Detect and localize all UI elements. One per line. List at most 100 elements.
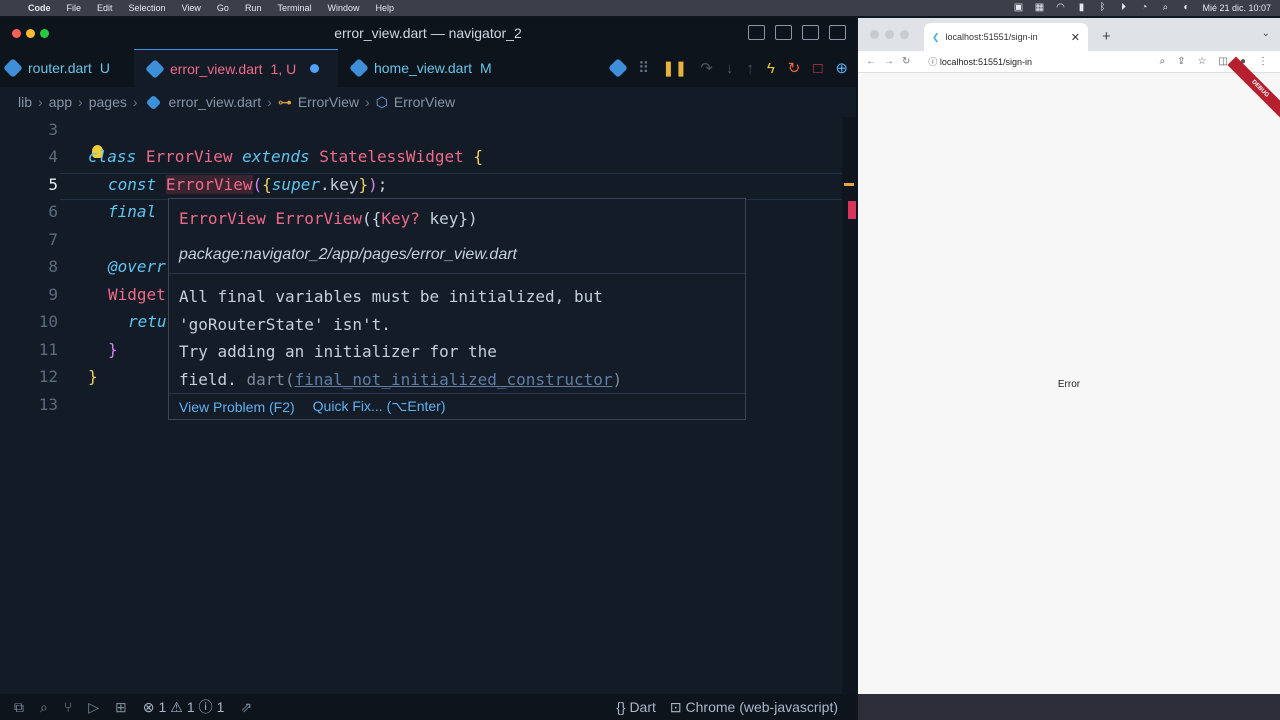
error-code-link[interactable]: final_not_initialized_constructor bbox=[295, 370, 613, 389]
battery-icon[interactable]: ▮ bbox=[1076, 3, 1086, 13]
new-tab-button[interactable]: + bbox=[1102, 28, 1111, 45]
headphones-icon[interactable]: ◠ bbox=[1055, 3, 1065, 13]
toggle-secondary-sidebar-icon[interactable] bbox=[802, 25, 819, 40]
side-panel-icon[interactable]: ◫ bbox=[1219, 56, 1228, 67]
tab-home-view[interactable]: home_view.dart M bbox=[338, 49, 506, 87]
menu-go[interactable]: Go bbox=[217, 3, 229, 13]
wifi-icon[interactable]: ◔ bbox=[1139, 3, 1149, 13]
source-control-icon[interactable]: ⑂ bbox=[64, 699, 72, 715]
copy-icon[interactable]: ⧉ bbox=[14, 699, 24, 716]
info-icon: ⓘ bbox=[928, 57, 938, 67]
drag-handle-icon[interactable]: ⠿ bbox=[638, 59, 649, 77]
line-number: 4 bbox=[48, 147, 58, 166]
back-icon[interactable]: ← bbox=[866, 56, 876, 67]
device-selector[interactable]: ⊡ Chrome (web-javascript) bbox=[670, 699, 838, 716]
code-line-4: class ErrorView extends StatelessWidget … bbox=[88, 147, 484, 166]
menu-window[interactable]: Window bbox=[327, 3, 359, 13]
code-line-5: const ErrorView({super.key}); bbox=[108, 175, 388, 194]
language-label: Dart bbox=[629, 699, 656, 715]
restart-icon[interactable]: ↻ bbox=[788, 59, 801, 77]
minimize-window-button[interactable] bbox=[885, 30, 894, 39]
unsaved-dot-icon[interactable] bbox=[310, 64, 320, 73]
step-over-icon[interactable]: ↷ bbox=[700, 59, 713, 77]
tab-label: home_view.dart bbox=[373, 60, 473, 76]
breadcrumb-pages[interactable]: pages bbox=[89, 94, 127, 110]
tab-router[interactable]: router.dart U bbox=[0, 49, 124, 87]
zoom-window-button[interactable] bbox=[900, 30, 909, 39]
grid-icon[interactable]: ▦ bbox=[1034, 3, 1044, 13]
hot-reload-icon[interactable]: ϟ bbox=[767, 60, 775, 77]
breadcrumb-constructor[interactable]: ErrorView bbox=[394, 94, 455, 110]
dart-devtools-icon[interactable] bbox=[608, 58, 629, 78]
tab-label: error_view.dart bbox=[169, 60, 263, 77]
chrome-tab[interactable]: ❮ localhost:51551/sign-in ✕ bbox=[924, 23, 1088, 51]
menu-terminal[interactable]: Terminal bbox=[277, 3, 311, 13]
code-line-6: final bbox=[108, 202, 157, 221]
run-debug-icon[interactable]: ▷ bbox=[88, 699, 99, 716]
url-field[interactable]: ⓘ localhost:51551/sign-in bbox=[928, 55, 1032, 68]
menu-help[interactable]: Help bbox=[375, 3, 394, 13]
chevron-right-icon: › bbox=[365, 94, 370, 110]
breadcrumb-file[interactable]: error_view.dart bbox=[169, 94, 262, 110]
breadcrumb-class[interactable]: ErrorView bbox=[298, 94, 359, 110]
forward-icon[interactable]: → bbox=[884, 56, 894, 67]
more-menu-icon[interactable]: ⋮ bbox=[1258, 56, 1268, 67]
chevron-right-icon: › bbox=[78, 94, 83, 110]
code-line-9: Widget bbox=[108, 285, 166, 304]
debug-toolbar: ⠿ ❚❚ ↷ ↓ ↑ ϟ ↻ □ ⊕ bbox=[608, 49, 856, 87]
inspect-widget-icon[interactable]: ⊕ bbox=[835, 59, 848, 77]
menu-code[interactable]: Code bbox=[28, 3, 51, 13]
control-center-icon[interactable]: ◐ bbox=[1181, 3, 1191, 13]
reload-icon[interactable]: ↻ bbox=[902, 56, 910, 67]
address-bar: ← → ↻ ⓘ localhost:51551/sign-in ⌕ ⇪ ☆ ◫ … bbox=[858, 51, 1280, 73]
dart-file-icon bbox=[145, 58, 165, 79]
minimize-window-button[interactable] bbox=[26, 29, 35, 38]
title-bar: error_view.dart — navigator_2 bbox=[0, 17, 856, 49]
quick-fix-link[interactable]: Quick Fix... (⌥Enter) bbox=[313, 398, 446, 415]
close-window-button[interactable] bbox=[870, 30, 879, 39]
zoom-icon[interactable]: ⌕ bbox=[1160, 56, 1166, 67]
extensions-icon[interactable]: ⊞ bbox=[115, 699, 127, 716]
breadcrumb-lib[interactable]: lib bbox=[18, 94, 32, 110]
chevron-down-icon[interactable]: ⌄ bbox=[1262, 28, 1270, 39]
view-problem-link[interactable]: View Problem (F2) bbox=[179, 399, 295, 415]
stop-icon[interactable]: □ bbox=[813, 60, 822, 77]
zoom-window-button[interactable] bbox=[40, 29, 49, 38]
menu-view[interactable]: View bbox=[182, 3, 201, 13]
search-icon[interactable]: ⌕ bbox=[1160, 3, 1170, 13]
close-tab-icon[interactable]: ✕ bbox=[1071, 31, 1080, 44]
step-into-icon[interactable]: ↓ bbox=[726, 60, 734, 77]
share-icon[interactable]: ⇪ bbox=[1177, 56, 1185, 67]
customize-layout-icon[interactable] bbox=[829, 25, 846, 40]
close-window-button[interactable] bbox=[12, 29, 21, 38]
tab-label: router.dart bbox=[28, 60, 92, 76]
tab-status: M bbox=[480, 60, 492, 76]
screen-record-icon[interactable]: ▣ bbox=[1013, 3, 1023, 13]
toggle-panel-icon[interactable] bbox=[775, 25, 792, 40]
menu-file[interactable]: File bbox=[67, 3, 82, 13]
problems-indicator[interactable]: ⊗ 1 ⚠ 1 ⓘ 1 bbox=[143, 697, 225, 717]
divider bbox=[169, 273, 745, 274]
pause-icon[interactable]: ❚❚ bbox=[662, 59, 687, 77]
chrome-tab-strip: ❮ localhost:51551/sign-in ✕ + ⌄ bbox=[858, 18, 1280, 51]
constructor-symbol-icon: ⬡ bbox=[375, 93, 388, 110]
step-out-icon[interactable]: ↑ bbox=[746, 60, 754, 77]
search-icon[interactable]: ⌕ bbox=[40, 699, 48, 716]
web-page: DEBUG Error bbox=[858, 56, 1280, 694]
bookmark-star-icon[interactable]: ☆ bbox=[1198, 56, 1207, 67]
menu-run[interactable]: Run bbox=[245, 3, 262, 13]
play-circle-icon[interactable]: ⏵ bbox=[1118, 3, 1128, 13]
page-error-text: Error bbox=[1057, 379, 1081, 390]
language-mode[interactable]: {} Dart bbox=[616, 699, 656, 715]
tab-error-view[interactable]: error_view.dart 1, U bbox=[133, 49, 338, 87]
menu-selection[interactable]: Selection bbox=[129, 3, 166, 13]
toggle-sidebar-icon[interactable] bbox=[748, 25, 765, 40]
editor-scrollbar[interactable] bbox=[842, 117, 856, 694]
window-title: error_view.dart — navigator_2 bbox=[334, 25, 522, 41]
bluetooth-icon[interactable]: ᛒ bbox=[1097, 3, 1107, 13]
live-share-icon[interactable]: ⇗ bbox=[240, 699, 252, 716]
braces-icon: {} bbox=[616, 699, 626, 715]
breadcrumb-app[interactable]: app bbox=[49, 94, 72, 110]
menu-edit[interactable]: Edit bbox=[97, 3, 113, 13]
clock[interactable]: Mié 21 dic. 10:07 bbox=[1202, 3, 1271, 13]
